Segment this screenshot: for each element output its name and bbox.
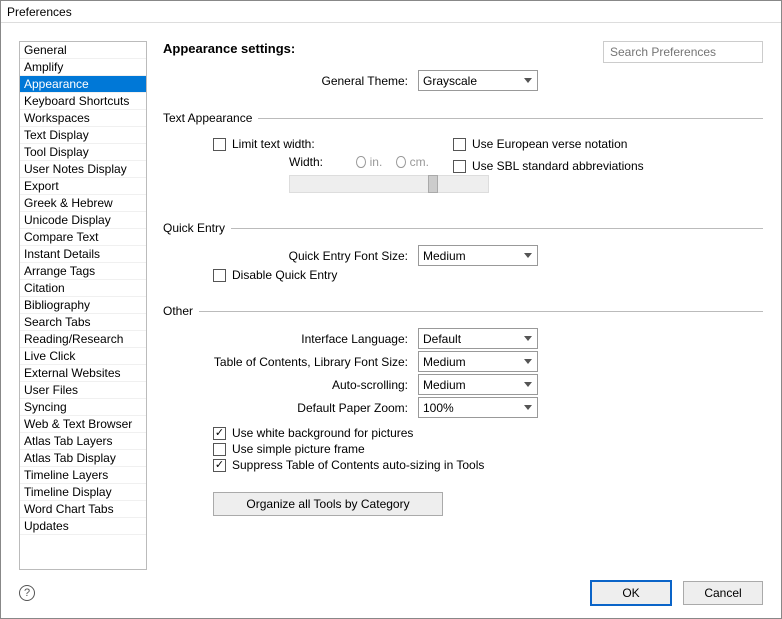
sidebar-item-reading-research[interactable]: Reading/Research xyxy=(20,331,146,348)
general-theme-select[interactable]: Grayscale xyxy=(418,70,538,91)
other-group: Other Interface Language: Default Table … xyxy=(163,304,763,516)
disable-qe-checkbox[interactable] xyxy=(213,269,226,282)
sidebar-item-export[interactable]: Export xyxy=(20,178,146,195)
limit-text-width-label: Limit text width: xyxy=(232,137,315,151)
sidebar-item-tool-display[interactable]: Tool Display xyxy=(20,144,146,161)
width-label: Width: xyxy=(289,155,356,169)
paper-zoom-label: Default Paper Zoom: xyxy=(163,401,418,415)
sidebar-item-updates[interactable]: Updates xyxy=(20,518,146,535)
toc-font-select[interactable]: Medium xyxy=(418,351,538,372)
white-bg-checkbox[interactable] xyxy=(213,427,226,440)
iface-lang-label: Interface Language: xyxy=(163,332,418,346)
quick-entry-legend: Quick Entry xyxy=(163,221,231,235)
help-icon[interactable]: ? xyxy=(19,585,35,601)
sidebar-item-unicode-display[interactable]: Unicode Display xyxy=(20,212,146,229)
sidebar-item-user-files[interactable]: User Files xyxy=(20,382,146,399)
autoscroll-label: Auto-scrolling: xyxy=(163,378,418,392)
sidebar-item-external-websites[interactable]: External Websites xyxy=(20,365,146,382)
sidebar-item-search-tabs[interactable]: Search Tabs xyxy=(20,314,146,331)
sidebar-item-atlas-tab-layers[interactable]: Atlas Tab Layers xyxy=(20,433,146,450)
other-legend: Other xyxy=(163,304,199,318)
qe-font-label: Quick Entry Font Size: xyxy=(163,249,418,263)
ok-button[interactable]: OK xyxy=(591,581,671,605)
sidebar-item-word-chart-tabs[interactable]: Word Chart Tabs xyxy=(20,501,146,518)
general-theme-label: General Theme: xyxy=(163,74,418,88)
width-slider[interactable] xyxy=(289,175,489,193)
width-slider-thumb[interactable] xyxy=(428,175,438,193)
text-appearance-legend: Text Appearance xyxy=(163,111,258,125)
sidebar-item-appearance[interactable]: Appearance xyxy=(20,76,146,93)
toc-font-label: Table of Contents, Library Font Size: xyxy=(163,355,418,369)
sidebar-item-instant-details[interactable]: Instant Details xyxy=(20,246,146,263)
text-appearance-group: Text Appearance Limit text width: Width:… xyxy=(163,111,763,201)
qe-font-select[interactable]: Medium xyxy=(418,245,538,266)
sidebar-item-arrange-tags[interactable]: Arrange Tags xyxy=(20,263,146,280)
quick-entry-group: Quick Entry Quick Entry Font Size: Mediu… xyxy=(163,221,763,284)
sidebar-item-general[interactable]: General xyxy=(20,42,146,59)
disable-qe-label: Disable Quick Entry xyxy=(232,268,337,282)
search-input[interactable] xyxy=(603,41,763,63)
cancel-button[interactable]: Cancel xyxy=(683,581,763,605)
sbl-checkbox[interactable] xyxy=(453,160,466,173)
sidebar-item-workspaces[interactable]: Workspaces xyxy=(20,110,146,127)
unit-cm-radio[interactable] xyxy=(396,156,405,168)
window-title: Preferences xyxy=(1,1,781,23)
sidebar-item-compare-text[interactable]: Compare Text xyxy=(20,229,146,246)
suppress-toc-checkbox[interactable] xyxy=(213,459,226,472)
eu-verse-checkbox[interactable] xyxy=(453,138,466,151)
sidebar-item-live-click[interactable]: Live Click xyxy=(20,348,146,365)
sidebar-item-text-display[interactable]: Text Display xyxy=(20,127,146,144)
paper-zoom-select[interactable]: 100% xyxy=(418,397,538,418)
sidebar-item-keyboard-shortcuts[interactable]: Keyboard Shortcuts xyxy=(20,93,146,110)
sidebar-item-timeline-layers[interactable]: Timeline Layers xyxy=(20,467,146,484)
organize-tools-button[interactable]: Organize all Tools by Category xyxy=(213,492,443,516)
sbl-label: Use SBL standard abbreviations xyxy=(472,159,644,173)
sidebar-item-user-notes-display[interactable]: User Notes Display xyxy=(20,161,146,178)
eu-verse-label: Use European verse notation xyxy=(472,137,627,151)
autoscroll-select[interactable]: Medium xyxy=(418,374,538,395)
sidebar-item-atlas-tab-display[interactable]: Atlas Tab Display xyxy=(20,450,146,467)
sidebar-item-greek-hebrew[interactable]: Greek & Hebrew xyxy=(20,195,146,212)
unit-cm-label: cm. xyxy=(410,155,429,169)
sidebar-item-web-text-browser[interactable]: Web & Text Browser xyxy=(20,416,146,433)
sidebar-item-timeline-display[interactable]: Timeline Display xyxy=(20,484,146,501)
sidebar-item-syncing[interactable]: Syncing xyxy=(20,399,146,416)
simple-frame-checkbox[interactable] xyxy=(213,443,226,456)
sidebar-item-bibliography[interactable]: Bibliography xyxy=(20,297,146,314)
unit-in-radio[interactable] xyxy=(356,156,365,168)
sidebar-item-amplify[interactable]: Amplify xyxy=(20,59,146,76)
iface-lang-select[interactable]: Default xyxy=(418,328,538,349)
simple-frame-label: Use simple picture frame xyxy=(232,442,365,456)
suppress-toc-label: Suppress Table of Contents auto-sizing i… xyxy=(232,458,484,472)
unit-in-label: in. xyxy=(370,155,383,169)
white-bg-label: Use white background for pictures xyxy=(232,426,413,440)
category-sidebar: GeneralAmplifyAppearanceKeyboard Shortcu… xyxy=(19,41,147,570)
sidebar-item-citation[interactable]: Citation xyxy=(20,280,146,297)
limit-text-width-checkbox[interactable] xyxy=(213,138,226,151)
